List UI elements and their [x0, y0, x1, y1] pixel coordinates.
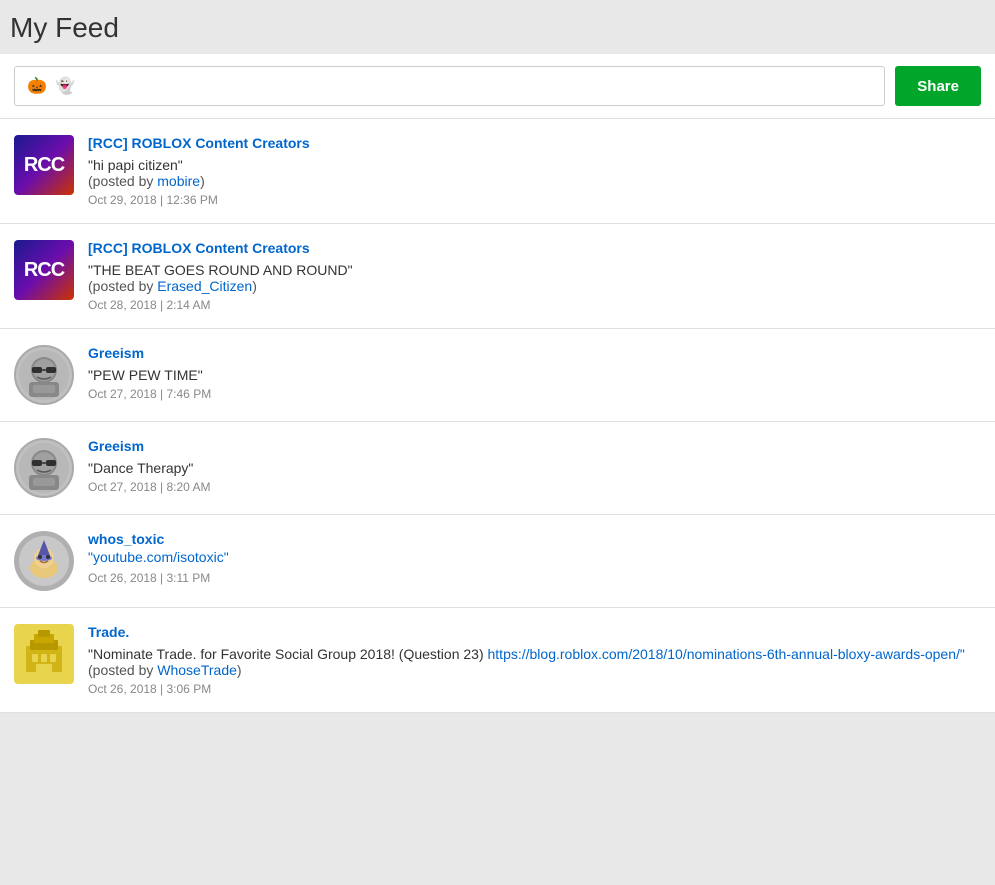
feed-item: Greeism "Dance Therapy" Oct 27, 2018 | 8:2… [0, 422, 995, 515]
feed-message: "hi papi citizen" [88, 157, 981, 173]
feed-group-link[interactable]: [RCC] ROBLOX Content Creators [88, 240, 310, 256]
feed-avatar [14, 438, 74, 498]
feed-item: Greeism "PEW PEW TIME" Oct 27, 2018 | 7:46… [0, 329, 995, 422]
feed-content: Trade. "Nominate Trade. for Favorite Soci… [88, 624, 981, 696]
share-input[interactable] [81, 78, 874, 94]
feed-message: "youtube.com/isotoxic" [88, 549, 981, 567]
feed-avatar: RCC [14, 240, 74, 300]
feed-poster-link[interactable]: Erased_Citizen [157, 278, 252, 294]
share-bar: 🎃 👻 Share [0, 54, 995, 119]
feed-avatar [14, 345, 74, 405]
feed-list: RCC [RCC] ROBLOX Content Creators "hi papi… [0, 119, 995, 713]
feed-poster-link[interactable]: WhoseTrade [157, 662, 237, 678]
feed-timestamp: Oct 27, 2018 | 7:46 PM [88, 387, 981, 401]
feed-timestamp: Oct 26, 2018 | 3:06 PM [88, 682, 981, 696]
feed-item: RCC [RCC] ROBLOX Content Creators "hi papi… [0, 119, 995, 224]
feed-item: RCC [RCC] ROBLOX Content Creators "THE BEA… [0, 224, 995, 329]
feed-content: Greeism "Dance Therapy" Oct 27, 2018 | 8:2… [88, 438, 981, 494]
feed-avatar: RCC [14, 135, 74, 195]
feed-group-link[interactable]: Greeism [88, 438, 144, 454]
feed-timestamp: Oct 26, 2018 | 3:11 PM [88, 571, 981, 585]
feed-content: [RCC] ROBLOX Content Creators "hi papi ci… [88, 135, 981, 207]
feed-poster-link[interactable]: mobire [157, 173, 200, 189]
feed-timestamp: Oct 29, 2018 | 12:36 PM [88, 193, 981, 207]
feed-group-link[interactable]: Trade. [88, 624, 129, 640]
feed-posted-by: (posted by mobire) [88, 173, 981, 189]
avatar-icons: 🎃 👻 [25, 74, 77, 98]
feed-message-link[interactable]: https://blog.roblox.com/2018/10/nominati… [488, 646, 965, 662]
feed-timestamp: Oct 28, 2018 | 2:14 AM [88, 298, 981, 312]
feed-content: [RCC] ROBLOX Content Creators "THE BEAT G… [88, 240, 981, 312]
feed-posted-by: (posted by Erased_Citizen) [88, 278, 981, 294]
feed-message-link[interactable]: "youtube.com/isotoxic" [88, 549, 229, 565]
page-header: My Feed [0, 0, 995, 54]
feed-group-link[interactable]: Greeism [88, 345, 144, 361]
feed-item: whos_toxic "youtube.com/isotoxic" Oct 26, … [0, 515, 995, 608]
page-title: My Feed [10, 12, 987, 44]
feed-message: "PEW PEW TIME" [88, 367, 981, 383]
feed-avatar [14, 624, 74, 684]
feed-message: "Dance Therapy" [88, 460, 981, 476]
feed-item: Trade. "Nominate Trade. for Favorite Soci… [0, 608, 995, 713]
feed-posted-by: (posted by WhoseTrade) [88, 662, 981, 678]
feed-message: "Nominate Trade. for Favorite Social Gro… [88, 646, 981, 662]
feed-group-link[interactable]: whos_toxic [88, 531, 164, 547]
share-input-wrapper[interactable]: 🎃 👻 [14, 66, 885, 106]
feed-timestamp: Oct 27, 2018 | 8:20 AM [88, 480, 981, 494]
content-area: 🎃 👻 Share RCC[RCC] ROBLOX Content Creato… [0, 54, 995, 713]
share-button[interactable]: Share [895, 66, 981, 106]
feed-message: "THE BEAT GOES ROUND AND ROUND" [88, 262, 981, 278]
feed-group-link[interactable]: [RCC] ROBLOX Content Creators [88, 135, 310, 151]
avatar-icon-ghost: 👻 [53, 74, 77, 98]
feed-avatar [14, 531, 74, 591]
avatar-icon-halloween: 🎃 [25, 74, 49, 98]
feed-content: Greeism "PEW PEW TIME" Oct 27, 2018 | 7:46… [88, 345, 981, 401]
feed-content: whos_toxic "youtube.com/isotoxic" Oct 26, … [88, 531, 981, 585]
